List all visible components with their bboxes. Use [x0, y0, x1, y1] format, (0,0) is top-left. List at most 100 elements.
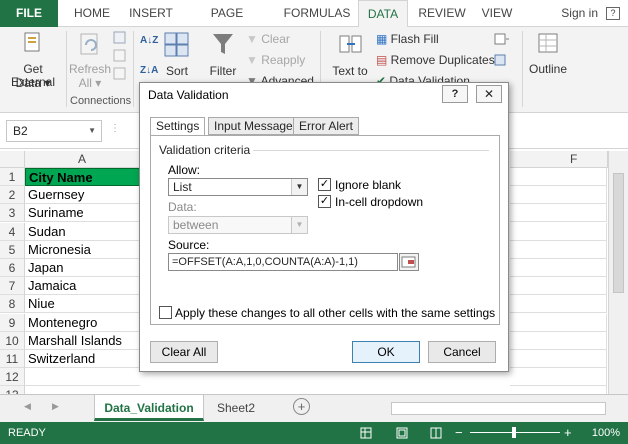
clear-button[interactable]: ▼ Clear: [246, 31, 290, 47]
select-all-corner[interactable]: [0, 151, 25, 168]
connections-icon[interactable]: [113, 31, 127, 45]
row-header[interactable]: 8: [0, 295, 25, 313]
vertical-scroll-thumb[interactable]: [613, 173, 624, 293]
tab-settings[interactable]: Settings: [150, 117, 206, 136]
column-header-cell[interactable]: City Name: [25, 168, 140, 186]
help-icon[interactable]: ?: [606, 7, 620, 20]
text-to-columns-button[interactable]: Text to: [328, 29, 372, 89]
apply-all-checkbox[interactable]: [159, 306, 172, 319]
table-cell[interactable]: [510, 368, 607, 386]
sheet-tab-sheet2[interactable]: Sheet2: [208, 395, 264, 421]
tab-page-layout[interactable]: PAGE LAYOUT: [186, 0, 268, 47]
table-cell[interactable]: Guernsey: [25, 186, 140, 204]
ignore-blank-checkbox[interactable]: ✓: [318, 178, 331, 191]
row-header[interactable]: 3: [0, 204, 25, 222]
table-cell[interactable]: Switzerland: [25, 350, 140, 368]
row-header[interactable]: 2: [0, 186, 25, 204]
table-cell[interactable]: [510, 186, 607, 204]
clear-all-button[interactable]: Clear All: [150, 341, 218, 363]
row-header[interactable]: 5: [0, 241, 25, 259]
chevron-down-icon[interactable]: ▼: [88, 121, 96, 141]
page-break-view-icon[interactable]: [430, 427, 442, 439]
table-cell[interactable]: [510, 223, 607, 241]
zoom-level[interactable]: 100%: [592, 427, 620, 439]
table-cell[interactable]: Suriname: [25, 204, 140, 222]
row-header[interactable]: 11: [0, 350, 25, 368]
table-cell[interactable]: Jamaica: [25, 277, 140, 295]
source-input[interactable]: =OFFSET(A:A,1,0,COUNTA(A:A)-1,1): [168, 253, 398, 271]
row-header[interactable]: 1: [0, 168, 25, 186]
tab-insert[interactable]: INSERT: [126, 0, 176, 27]
formula-bar-grip[interactable]: ⋮: [110, 123, 120, 134]
sign-in-link[interactable]: Sign in: [561, 0, 598, 27]
normal-view-icon[interactable]: [360, 427, 372, 439]
sheet-nav-left[interactable]: ◀: [24, 401, 31, 412]
table-cell[interactable]: Micronesia: [25, 241, 140, 259]
ok-button[interactable]: OK: [352, 341, 420, 363]
zoom-out-button[interactable]: −: [455, 425, 463, 440]
tab-view[interactable]: VIEW: [476, 0, 518, 27]
table-cell[interactable]: [510, 168, 607, 186]
outline-button[interactable]: Outline: [526, 29, 570, 89]
row-header[interactable]: 10: [0, 332, 25, 350]
tab-home[interactable]: HOME: [70, 0, 114, 27]
flash-fill-button[interactable]: ▦ Flash Fill: [376, 31, 439, 47]
remove-duplicates-button[interactable]: ▤ Remove Duplicates: [376, 52, 495, 68]
tab-data[interactable]: DATA: [358, 0, 408, 28]
table-cell[interactable]: [25, 368, 140, 386]
dialog-help-button[interactable]: ?: [442, 85, 468, 103]
dialog-close-button[interactable]: ✕: [476, 85, 502, 103]
page-layout-view-icon[interactable]: [396, 427, 408, 439]
row-header[interactable]: 12: [0, 368, 25, 386]
table-cell[interactable]: Japan: [25, 259, 140, 277]
edit-links-icon[interactable]: [113, 67, 127, 81]
properties-icon[interactable]: [113, 49, 127, 63]
table-cell[interactable]: [510, 332, 607, 350]
table-cell[interactable]: [510, 350, 607, 368]
table-cell[interactable]: Sudan: [25, 223, 140, 241]
tab-review[interactable]: REVIEW: [416, 0, 468, 27]
sort-za-button[interactable]: Z↓A: [140, 63, 158, 79]
table-cell[interactable]: Niue: [25, 295, 140, 313]
row-header[interactable]: 7: [0, 277, 25, 295]
cancel-button[interactable]: Cancel: [428, 341, 496, 363]
in-cell-dropdown-checkbox[interactable]: ✓: [318, 195, 331, 208]
what-if-icon[interactable]: [494, 54, 510, 68]
sort-az-button[interactable]: A↓Z: [140, 33, 158, 49]
name-box[interactable]: B2 ▼: [6, 120, 102, 142]
column-header-a[interactable]: A: [25, 151, 140, 168]
table-cell[interactable]: [510, 295, 607, 313]
collapse-dialog-button[interactable]: [399, 253, 419, 271]
row-header[interactable]: 9: [0, 314, 25, 332]
tab-file[interactable]: FILE: [0, 0, 58, 27]
add-sheet-button[interactable]: +: [293, 398, 310, 415]
sort-button[interactable]: Sort: [160, 29, 194, 89]
table-cell[interactable]: [510, 277, 607, 295]
table-cell[interactable]: [510, 259, 607, 277]
table-cell[interactable]: [510, 241, 607, 259]
consolidate-icon[interactable]: [494, 33, 510, 47]
vertical-scrollbar[interactable]: [608, 151, 628, 394]
table-cell[interactable]: [510, 204, 607, 222]
filter-button[interactable]: Filter: [204, 29, 242, 89]
row-header[interactable]: 4: [0, 223, 25, 241]
table-cell[interactable]: Marshall Islands: [25, 332, 140, 350]
sheet-nav-right[interactable]: ▶: [52, 401, 59, 412]
sheet-tab-data-validation[interactable]: Data_Validation: [94, 395, 204, 421]
zoom-in-button[interactable]: +: [564, 425, 572, 440]
zoom-slider-thumb[interactable]: [512, 427, 516, 438]
reapply-button[interactable]: ▼ Reapply: [246, 52, 305, 68]
table-cell[interactable]: Montenegro: [25, 314, 140, 332]
tab-error-alert[interactable]: Error Alert: [293, 117, 360, 135]
get-external-data-button[interactable]: Get External Data ▾: [2, 29, 64, 99]
tab-formulas[interactable]: FORMULAS: [280, 0, 354, 27]
refresh-all-button[interactable]: Refresh All ▾: [68, 29, 112, 91]
table-cell[interactable]: [510, 314, 607, 332]
chevron-down-icon[interactable]: ▼: [291, 179, 307, 195]
horizontal-scrollbar[interactable]: [391, 402, 606, 415]
zoom-slider[interactable]: [470, 427, 560, 438]
tab-input-message[interactable]: Input Message: [208, 117, 299, 135]
column-header-f[interactable]: F: [510, 151, 608, 168]
row-header[interactable]: 6: [0, 259, 25, 277]
allow-select[interactable]: List ▼: [168, 178, 308, 196]
